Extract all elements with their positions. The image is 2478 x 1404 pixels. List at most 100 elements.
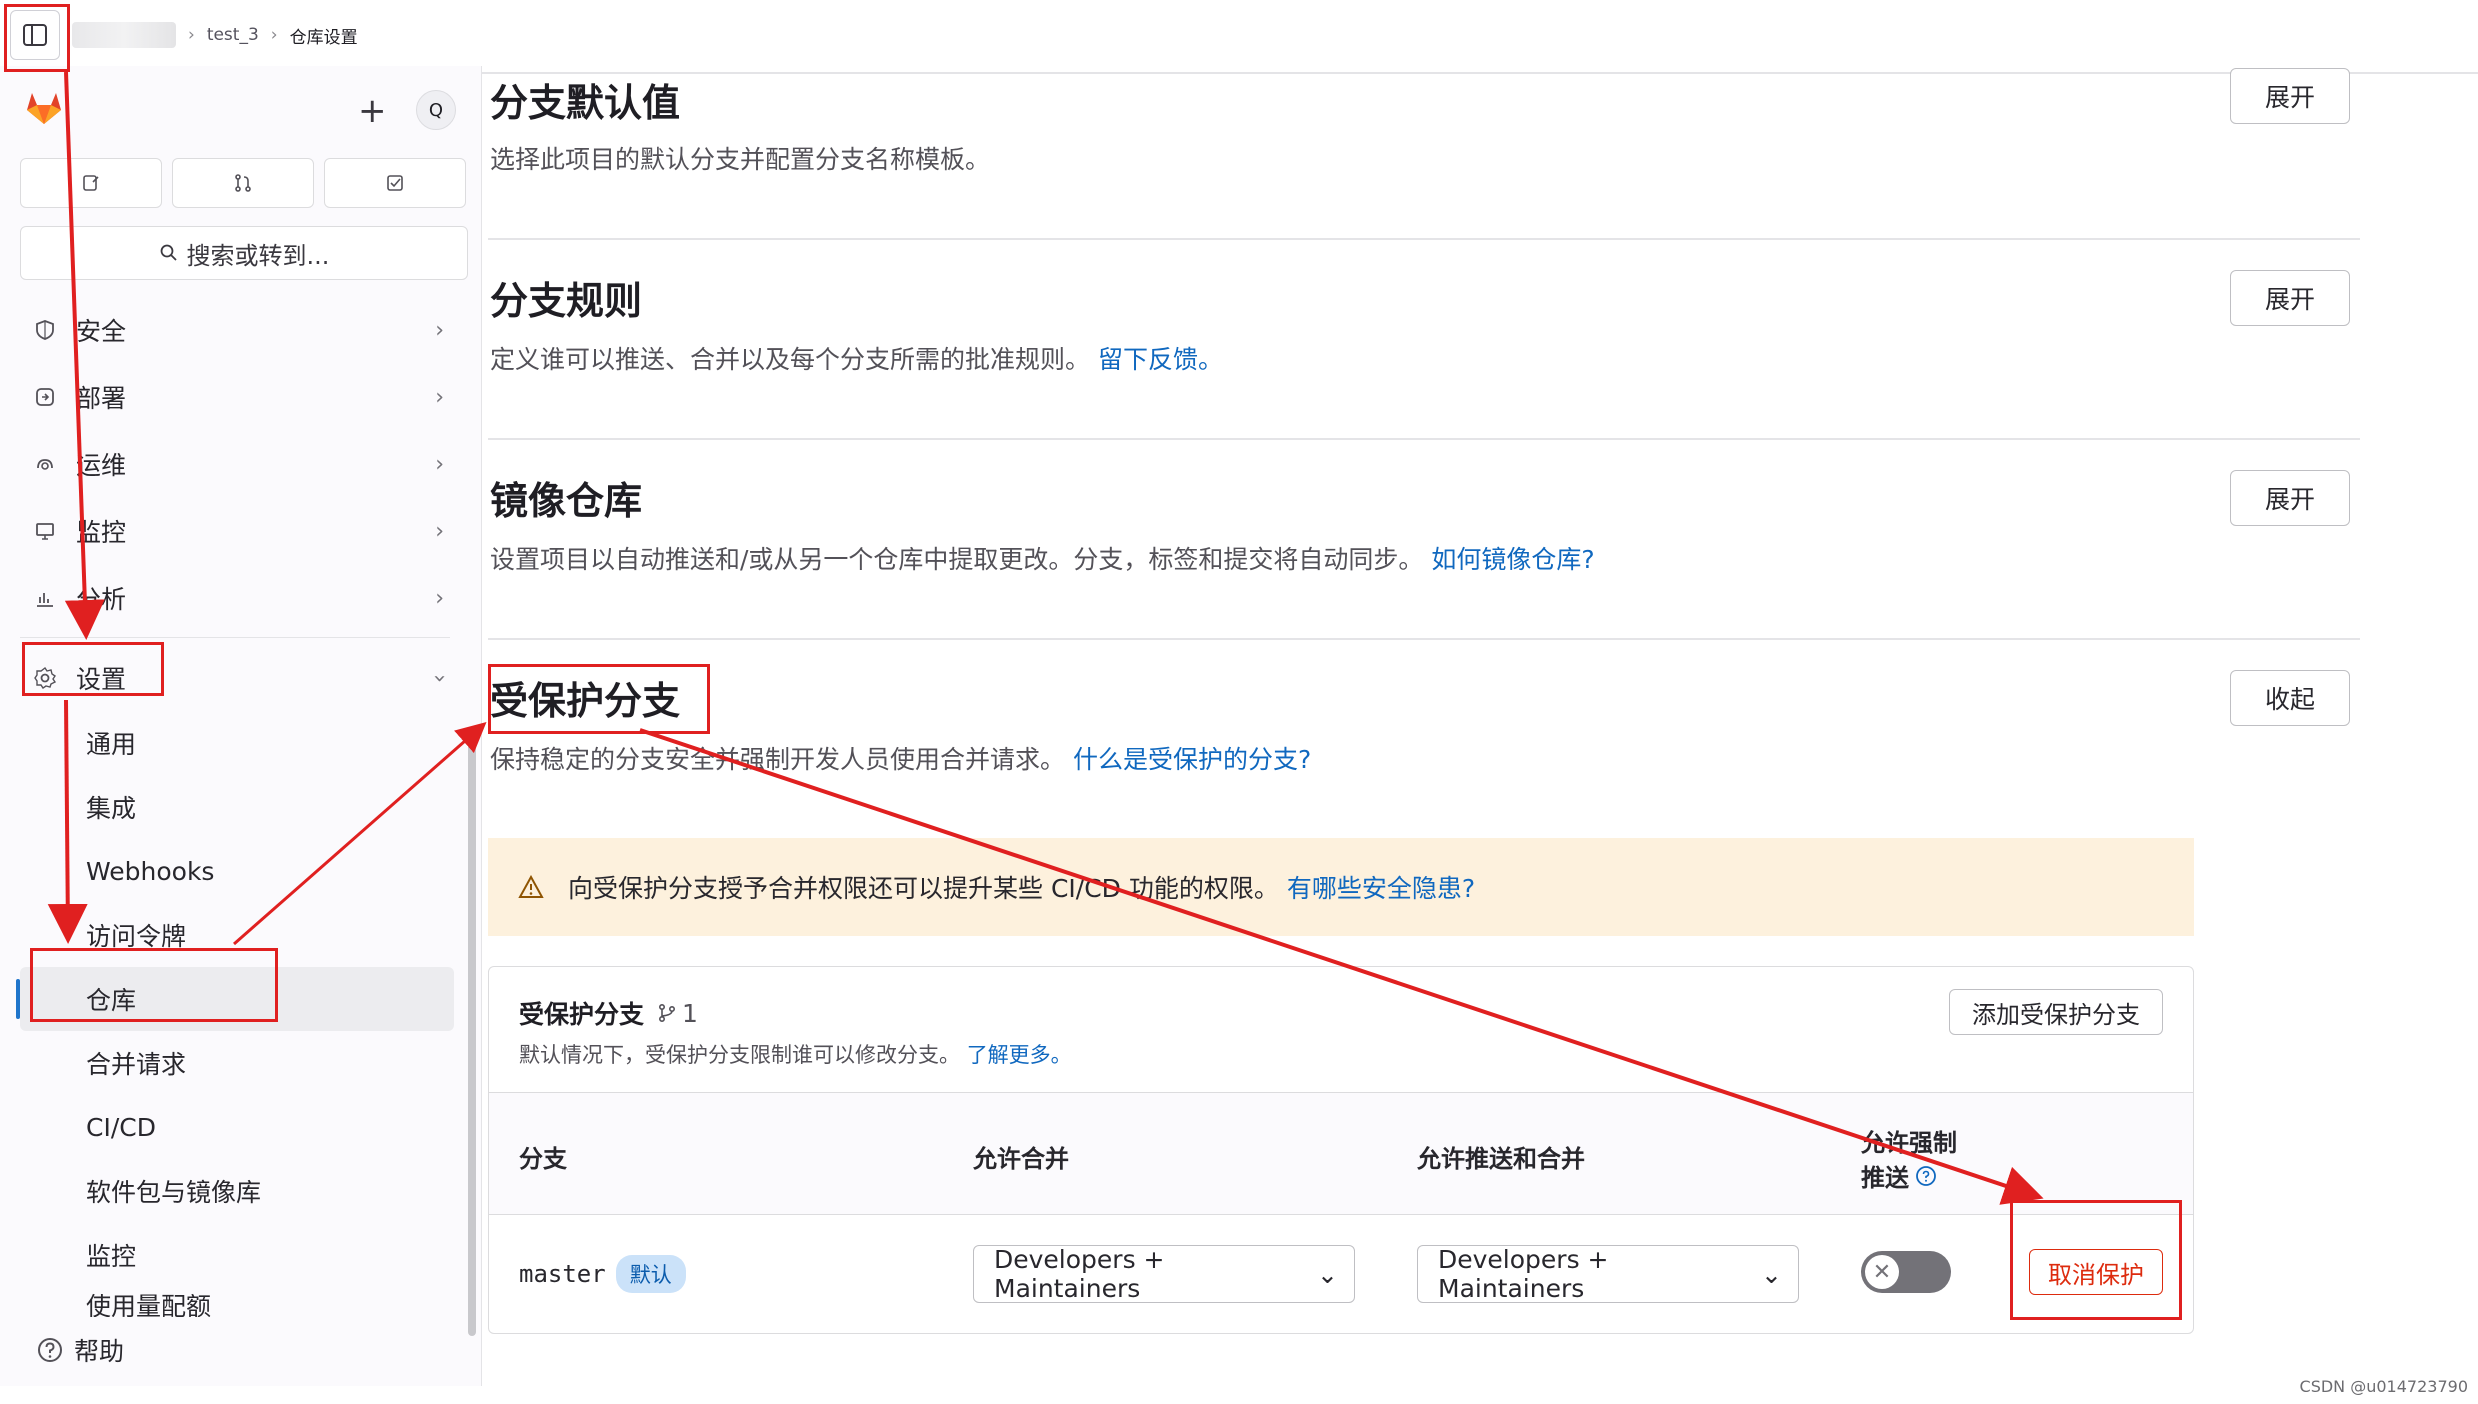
nav-label: 分析: [76, 584, 127, 614]
default-badge: 默认: [615, 1255, 686, 1293]
section-description: 设置项目以自动推送和/或从另一个仓库中提取更改。分支，标签和提交将自动同步。 如…: [490, 545, 1595, 574]
card-description: 默认情况下，受保护分支限制谁可以修改分支。 了解更多。: [519, 1043, 1072, 1067]
operate-icon: [32, 451, 58, 477]
nav-label: 部署: [76, 383, 127, 413]
alert-link[interactable]: 有哪些安全隐患?: [1287, 874, 1475, 903]
help-label: 帮助: [74, 1337, 125, 1366]
section-branch-rules: 分支规则 定义谁可以推送、合并以及每个分支所需的批准规则。 留下反馈。 展开: [488, 240, 2360, 440]
table-header: 分支 允许合并 允许推送和合并 允许强制 推送: [489, 1093, 2193, 1215]
protected-help-link[interactable]: 什么是受保护的分支?: [1073, 745, 1311, 774]
table-row: master 默认 Developers + Maintainers ⌄ Deve…: [489, 1215, 2193, 1333]
nav-label: 运维: [76, 450, 127, 480]
section-title: 镜像仓库: [490, 479, 643, 523]
help-button[interactable]: 帮助: [36, 1332, 124, 1368]
create-new-button[interactable]: +: [358, 94, 387, 128]
section-title: 分支规则: [490, 279, 643, 323]
breadcrumb-blurred-group[interactable]: [72, 22, 176, 48]
section-description: 选择此项目的默认分支并配置分支名称模板。: [490, 145, 991, 174]
shield-icon: [32, 317, 58, 343]
issues-button[interactable]: [20, 158, 162, 208]
protected-branches-card: 受保护分支 1 默认情况下，受保护分支限制谁可以修改分支。 了解更多。 添加受保…: [488, 966, 2194, 1334]
expand-button[interactable]: 展开: [2230, 470, 2350, 526]
settings-webhooks[interactable]: Webhooks: [0, 839, 470, 903]
chevron-right-icon: ›: [435, 586, 444, 611]
alert-text: 向受保护分支授予合并权限还可以提升某些 CI/CD 功能的权限。 有哪些安全隐患…: [568, 874, 1476, 903]
section-description: 定义谁可以推送、合并以及每个分支所需的批准规则。 留下反馈。: [490, 345, 1223, 374]
chevron-down-icon: ⌄: [1761, 1259, 1782, 1289]
section-default-branch: 分支默认值 选择此项目的默认分支并配置分支名称模板。 展开: [488, 66, 2360, 240]
settings-general[interactable]: 通用: [0, 711, 470, 775]
column-allowed-to-push: 允许推送和合并: [1417, 1145, 1585, 1173]
nav-deploy[interactable]: 部署 ›: [0, 363, 470, 430]
feedback-link[interactable]: 留下反馈。: [1098, 345, 1223, 374]
nav-label: 监控: [76, 517, 127, 547]
nav-operate[interactable]: 运维 ›: [0, 430, 470, 497]
breadcrumb-separator: ›: [270, 25, 278, 45]
card-title: 受保护分支 1: [519, 998, 698, 1030]
breadcrumb: › test_3 › 仓库设置: [72, 22, 358, 48]
gitlab-logo-icon[interactable]: [24, 88, 64, 132]
section-title: 分支默认值: [490, 81, 681, 125]
section-mirror: 镜像仓库 设置项目以自动推送和/或从另一个仓库中提取更改。分支，标签和提交将自动…: [488, 440, 2360, 640]
search-button[interactable]: 搜索或转到...: [20, 226, 468, 280]
help-icon: [38, 1338, 62, 1362]
annotation-box-protected-title: [488, 664, 710, 734]
settings-merge-requests[interactable]: 合并请求: [0, 1031, 470, 1095]
chevron-right-icon: ›: [435, 385, 444, 410]
force-push-toggle[interactable]: ✕: [1861, 1251, 1951, 1293]
question-icon[interactable]: [1915, 1165, 1937, 1187]
column-force-push: 允许强制 推送: [1861, 1129, 1957, 1192]
card-header: 受保护分支 1 默认情况下，受保护分支限制谁可以修改分支。 了解更多。 添加受保…: [489, 967, 2193, 1093]
merge-request-icon: [235, 174, 251, 192]
breadcrumb-separator: ›: [188, 25, 195, 45]
allowed-to-push-select[interactable]: Developers + Maintainers ⌄: [1417, 1245, 1799, 1303]
add-protected-branch-button[interactable]: 添加受保护分支: [1949, 989, 2163, 1035]
merge-requests-button[interactable]: [172, 158, 314, 208]
branch-icon: [659, 1003, 676, 1023]
nav-analyze[interactable]: 分析 ›: [0, 564, 470, 631]
column-allowed-to-merge: 允许合并: [973, 1145, 1069, 1173]
chart-icon: [32, 585, 58, 611]
chevron-right-icon: ›: [435, 318, 444, 343]
settings-ci-cd[interactable]: CI/CD: [0, 1095, 470, 1159]
expand-button[interactable]: 展开: [2230, 68, 2350, 124]
nav-label: 安全: [76, 316, 127, 346]
bottom-edge: [0, 1386, 2478, 1404]
settings-packages-registries[interactable]: 软件包与镜像库: [0, 1159, 470, 1223]
sidebar: + Q 搜索或转到... 安全 › 部署 › 运维 › 监控 › 分析 › 设置…: [0, 66, 482, 1404]
allowed-to-merge-select[interactable]: Developers + Maintainers ⌄: [973, 1245, 1355, 1303]
collapse-button[interactable]: 收起: [2230, 670, 2350, 726]
quick-actions: [20, 158, 466, 208]
breadcrumb-current[interactable]: 仓库设置: [290, 23, 358, 48]
warning-alert: 向受保护分支授予合并权限还可以提升某些 CI/CD 功能的权限。 有哪些安全隐患…: [488, 838, 2194, 936]
sidebar-header: + Q 搜索或转到...: [0, 66, 482, 296]
chevron-right-icon: ›: [435, 452, 444, 477]
annotation-box-sidebar-toggle: [4, 4, 70, 72]
sidebar-scrollbar[interactable]: [468, 736, 476, 1336]
monitor-icon: [32, 518, 58, 544]
settings-usage-quotas[interactable]: 使用量配额: [0, 1287, 470, 1317]
column-branch: 分支: [519, 1145, 567, 1173]
mirror-help-link[interactable]: 如何镜像仓库?: [1431, 545, 1594, 574]
branch-name: master 默认: [519, 1255, 686, 1293]
chevron-down-icon: ⌄: [1317, 1259, 1338, 1289]
watermark: CSDN @u014723790: [2299, 1377, 2468, 1396]
chevron-down-icon: ›: [427, 674, 453, 683]
search-icon: [160, 244, 177, 261]
settings-integrations[interactable]: 集成: [0, 775, 470, 839]
breadcrumb-project[interactable]: test_3: [207, 25, 259, 45]
deploy-icon: [32, 384, 58, 410]
nav-monitor[interactable]: 监控 ›: [0, 497, 470, 564]
user-avatar[interactable]: Q: [416, 90, 456, 130]
settings-monitor[interactable]: 监控: [0, 1223, 470, 1287]
close-icon: ✕: [1865, 1255, 1899, 1289]
branch-count: 1: [658, 999, 698, 1028]
nav-divider: [20, 637, 450, 638]
nav-security[interactable]: 安全 ›: [0, 296, 470, 363]
todo-button[interactable]: [324, 158, 466, 208]
search-label: 搜索或转到...: [186, 241, 330, 270]
annotation-box-repository: [30, 948, 278, 1022]
learn-more-link[interactable]: 了解更多。: [967, 1043, 1072, 1067]
expand-button[interactable]: 展开: [2230, 270, 2350, 326]
section-description: 保持稳定的分支安全并强制开发人员使用合并请求。 什么是受保护的分支?: [490, 745, 1312, 774]
